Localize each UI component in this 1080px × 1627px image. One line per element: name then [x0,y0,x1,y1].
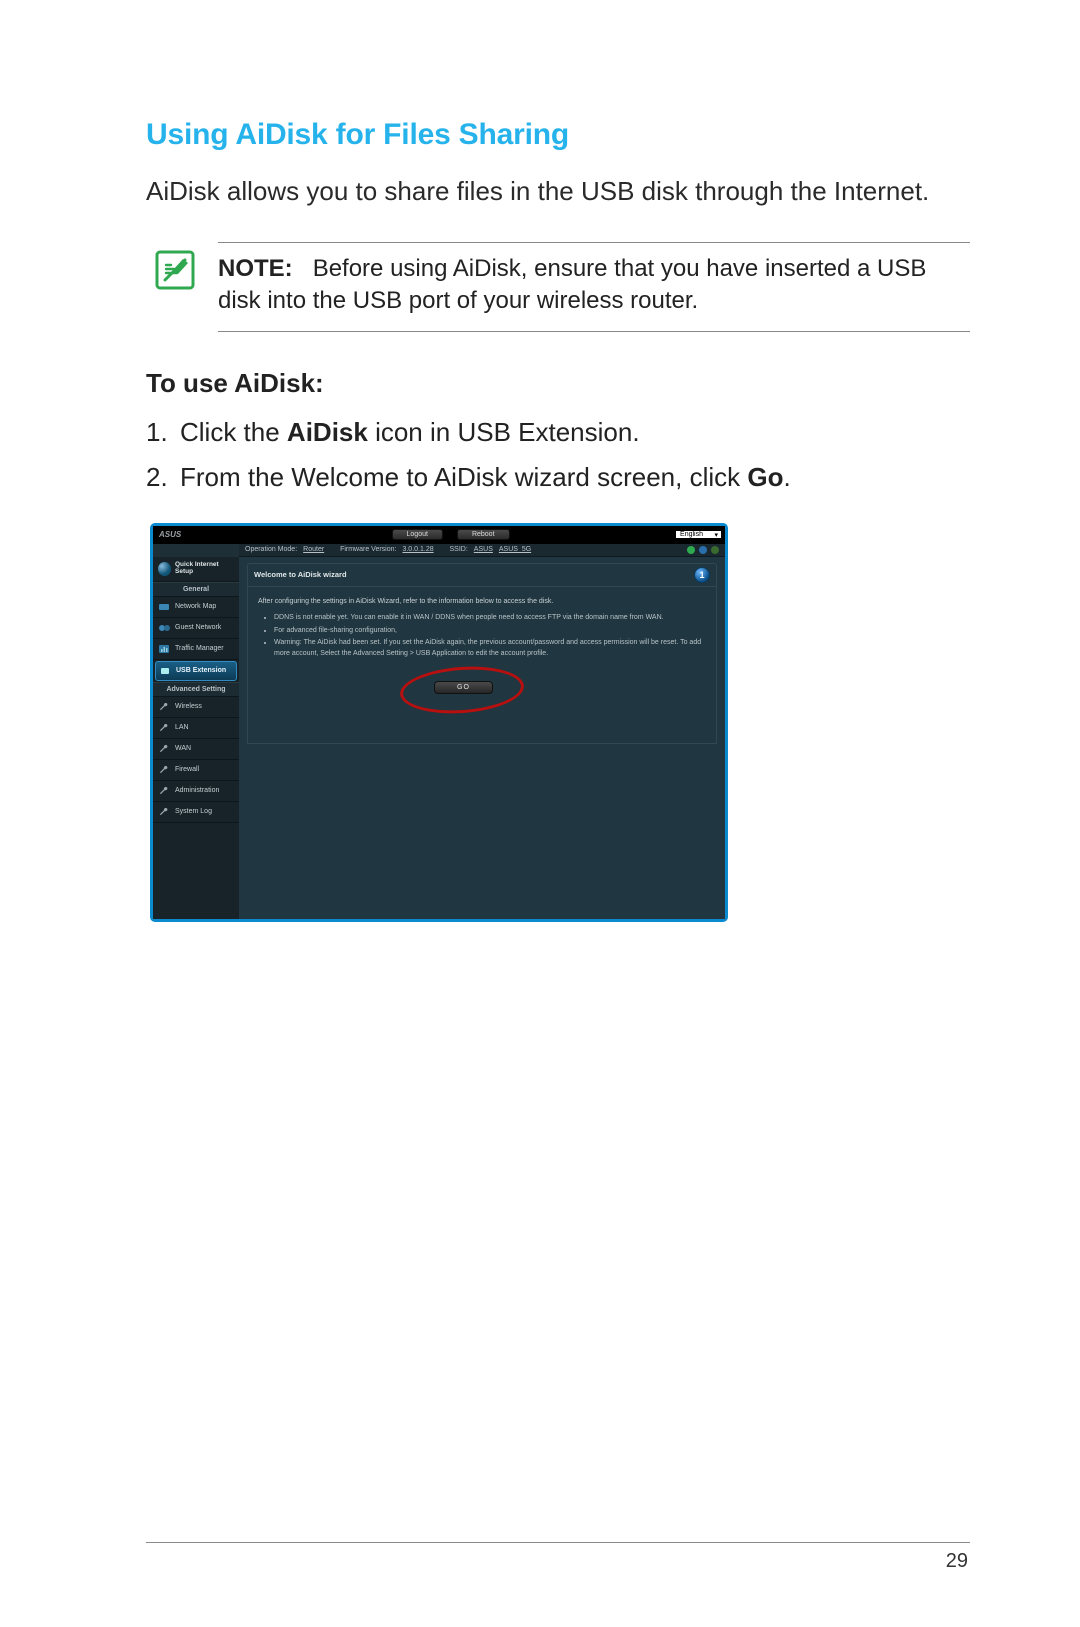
sidebar-item-label: Quick Internet Setup [175,562,234,576]
sidebar-item-wireless[interactable]: Wireless [153,697,239,718]
list-item: 1. Click the AiDisk icon in USB Extensio… [146,413,970,452]
sidebar: Quick Internet Setup General Network Map… [153,557,239,919]
globe-icon [158,562,171,576]
list-item: 2. From the Welcome to AiDisk wizard scr… [146,458,970,497]
sidebar-item-guest-network[interactable]: Guest Network [153,618,239,639]
step-text: icon in USB Extension. [368,417,640,447]
note-block: NOTE: Before using AiDisk, ensure that y… [146,242,970,331]
language-select[interactable]: English [676,531,721,538]
wizard-step-badge: 1 [694,567,710,583]
wrench-icon [158,764,170,776]
wrench-icon [158,743,170,755]
wrench-icon [158,806,170,818]
top-bar: ASUS Logout Reboot English [153,526,725,544]
usb-extension-icon [159,665,171,677]
sidebar-item-label: LAN [175,724,189,731]
wizard-lead-text: After configuring the settings in AiDisk… [258,597,706,608]
sidebar-item-lan[interactable]: LAN [153,718,239,739]
usb-icon [711,546,719,554]
sidebar-item-administration[interactable]: Administration [153,781,239,802]
sidebar-item-usb-extension[interactable]: USB Extension [155,661,237,681]
op-mode-value[interactable]: Router [303,546,324,553]
ssid-2[interactable]: ASUS_5G [499,546,531,553]
wizard-panel: Welcome to AiDisk wizard 1 After configu… [239,557,725,919]
wrench-icon [158,785,170,797]
fw-value[interactable]: 3.0.0.1.28 [402,546,433,553]
step-bold: Go [747,462,783,492]
step-text: Click the [180,417,287,447]
network-map-icon [158,601,170,613]
reboot-button[interactable]: Reboot [457,529,510,540]
ssid-1[interactable]: ASUS [474,546,493,553]
sidebar-item-traffic-manager[interactable]: Traffic Manager [153,639,239,660]
step-bold: AiDisk [287,417,368,447]
guest-network-icon [158,622,170,634]
sidebar-item-label: USB Extension [176,667,226,674]
status-bar: Operation Mode: Router Firmware Version:… [239,544,725,557]
sidebar-item-label: WAN [175,745,191,752]
highlight-circle [399,663,526,718]
wizard-bullet: For advanced file-sharing configuration, [274,626,706,637]
page-number: 29 [946,1550,968,1573]
sidebar-item-label: Firewall [175,766,199,773]
intro-paragraph: AiDisk allows you to share files in the … [146,174,970,208]
status-dot-icon [699,546,707,554]
sidebar-item-label: Administration [175,787,219,794]
sidebar-item-label: Guest Network [175,624,221,631]
brand-logo: ASUS [153,530,239,539]
note-icon [154,249,196,291]
sidebar-item-firewall[interactable]: Firewall [153,760,239,781]
wizard-bullet: DDNS is not enable yet. You can enable i… [274,613,706,624]
sidebar-item-network-map[interactable]: Network Map [153,597,239,618]
sidebar-item-label: Wireless [175,703,202,710]
wrench-icon [158,722,170,734]
wrench-icon [158,701,170,713]
step-text: . [783,462,790,492]
note-rule-bottom [218,331,970,332]
page-heading: Using AiDisk for Files Sharing [146,118,970,152]
sidebar-item-wan[interactable]: WAN [153,739,239,760]
sidebar-item-label: Traffic Manager [175,645,224,652]
sidebar-section-advanced: Advanced Setting [153,682,239,697]
logout-button[interactable]: Logout [392,529,443,540]
quick-internet-setup[interactable]: Quick Internet Setup [153,557,239,582]
sidebar-item-label: System Log [175,808,212,815]
wizard-bullet: Warning: The AiDisk had been set. If you… [274,638,706,659]
wizard-title: Welcome to AiDisk wizard [254,570,347,579]
sidebar-item-label: Network Map [175,603,216,610]
status-dot-icon [687,546,695,554]
sidebar-item-system-log[interactable]: System Log [153,802,239,823]
step-number: 1. [146,413,180,452]
note-text: Before using AiDisk, ensure that you hav… [218,255,926,314]
step-number: 2. [146,458,180,497]
step-text: From the Welcome to AiDisk wizard screen… [180,462,747,492]
router-screenshot: ASUS Logout Reboot English Operation Mod… [150,523,728,922]
ssid-label: SSID: [450,546,468,553]
op-mode-label: Operation Mode: [245,546,297,553]
subheading: To use AiDisk: [146,368,970,399]
sidebar-section-general: General [153,582,239,597]
steps-list: 1. Click the AiDisk icon in USB Extensio… [146,413,970,497]
traffic-manager-icon [158,643,170,655]
note-label: NOTE: [218,255,293,282]
footer-rule [146,1542,970,1543]
fw-label: Firmware Version: [340,546,396,553]
